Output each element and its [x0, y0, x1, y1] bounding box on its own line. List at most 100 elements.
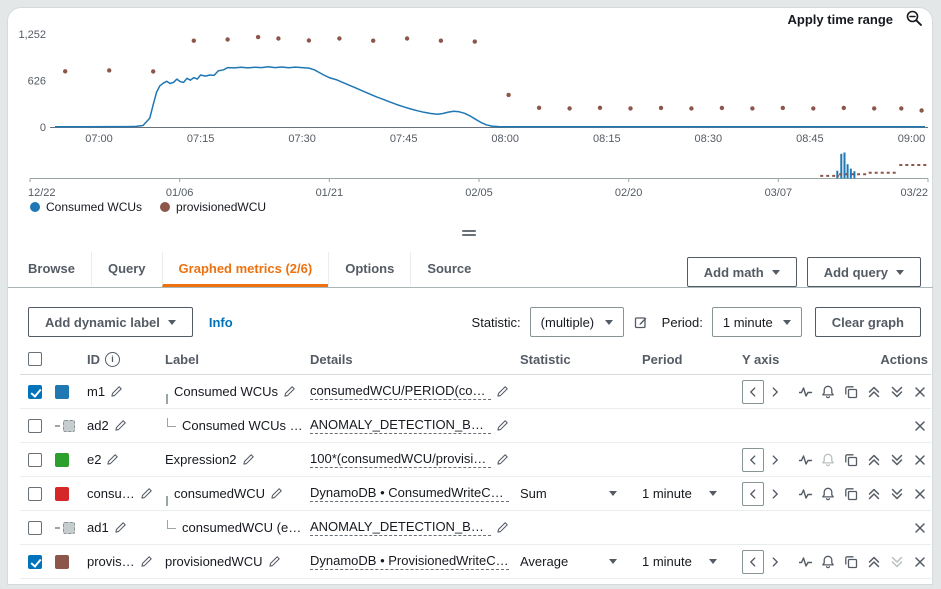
edit-icon[interactable]: [110, 385, 123, 398]
edit-icon[interactable]: [283, 385, 296, 398]
provisionedwcu-point: [811, 106, 815, 110]
color-swatch[interactable]: [55, 453, 69, 467]
statistic-dropdown[interactable]: Average: [520, 554, 631, 569]
legend-item[interactable]: Consumed WCUs: [30, 200, 142, 214]
remove-icon[interactable]: [912, 486, 928, 502]
row-checkbox[interactable]: [28, 453, 42, 467]
edit-icon[interactable]: [140, 555, 153, 568]
color-swatch[interactable]: [55, 487, 69, 501]
right-y-axis-button[interactable]: [767, 551, 783, 573]
color-swatch[interactable]: [55, 385, 69, 399]
metric-details-link[interactable]: ANOMALY_DETECTION_BAND(…: [310, 417, 491, 434]
edit-icon[interactable]: [496, 453, 509, 466]
clear-graph-button[interactable]: Clear graph: [815, 307, 921, 337]
metric-details-link[interactable]: DynamoDB • ProvisionedWriteCapacit: [310, 553, 509, 570]
legend-label: provisionedWCU: [176, 200, 266, 214]
metrics-chart-canvas[interactable]: 07:0007:1507:3007:4508:0008:1508:3008:45…: [0, 0, 941, 200]
period-dropdown[interactable]: 1 minute: [642, 554, 731, 569]
tab-source[interactable]: Source: [410, 252, 487, 287]
color-swatch[interactable]: [63, 522, 75, 534]
metric-details-link[interactable]: consumedWCU/PERIOD(consu…: [310, 383, 491, 400]
edit-icon[interactable]: [268, 555, 281, 568]
duplicate-icon[interactable]: [843, 554, 859, 570]
provisionedwcu-point: [567, 106, 571, 110]
duplicate-icon[interactable]: [843, 384, 859, 400]
edit-icon[interactable]: [242, 453, 255, 466]
edit-statistic-icon[interactable]: [633, 314, 649, 330]
pulse-icon[interactable]: [799, 554, 813, 570]
move-up-icon[interactable]: [866, 384, 882, 400]
metric-details-link[interactable]: DynamoDB • ConsumedWriteCapacity: [310, 485, 509, 502]
left-y-axis-button[interactable]: [742, 482, 764, 506]
color-swatch[interactable]: [63, 420, 75, 432]
row-checkbox[interactable]: [28, 419, 42, 433]
pulse-icon[interactable]: [799, 486, 813, 502]
metric-details-link[interactable]: ANOMALY_DETECTION_BAND(…: [310, 519, 491, 536]
remove-icon[interactable]: [912, 452, 928, 468]
statistic-label: Statistic:: [472, 315, 521, 330]
row-checkbox[interactable]: [28, 487, 42, 501]
select-all-checkbox[interactable]: [28, 352, 42, 366]
provisionedwcu-point: [689, 106, 693, 110]
tab-graphed-metrics-2-6[interactable]: Graphed metrics (2/6): [162, 252, 329, 287]
metrics-toolbar: Add dynamic label Info Statistic: (multi…: [28, 306, 921, 338]
color-swatch[interactable]: [55, 555, 69, 569]
tab-query[interactable]: Query: [91, 252, 162, 287]
edit-icon[interactable]: [496, 419, 509, 432]
tab-options[interactable]: Options: [328, 252, 410, 287]
metric-details-link[interactable]: 100*(consumedWCU/provision…: [310, 451, 491, 468]
right-y-axis-button[interactable]: [767, 449, 783, 471]
right-y-axis-button[interactable]: [767, 483, 783, 505]
info-link[interactable]: Info: [209, 315, 233, 330]
remove-icon[interactable]: [912, 418, 928, 434]
period-dropdown[interactable]: 1 minute: [642, 486, 731, 501]
create-alarm-icon[interactable]: [820, 554, 836, 570]
right-y-axis-button[interactable]: [767, 381, 783, 403]
duplicate-icon[interactable]: [843, 486, 859, 502]
edit-icon[interactable]: [496, 385, 509, 398]
left-y-axis-button[interactable]: [742, 448, 764, 472]
row-checkbox[interactable]: [28, 521, 42, 535]
info-icon[interactable]: i: [105, 352, 120, 367]
pulse-icon[interactable]: [799, 452, 813, 468]
move-up-icon[interactable]: [866, 452, 882, 468]
statistic-select[interactable]: (multiple): [530, 307, 624, 337]
column-header: Period: [642, 352, 682, 367]
add-math-button[interactable]: Add math: [687, 257, 797, 287]
resize-handle[interactable]: [462, 228, 476, 238]
move-up-icon[interactable]: [866, 554, 882, 570]
add-query-button[interactable]: Add query: [807, 257, 921, 287]
row-checkbox[interactable]: [28, 555, 42, 569]
remove-icon[interactable]: [912, 384, 928, 400]
left-y-axis-button[interactable]: [742, 550, 764, 574]
statistic-dropdown-value: Average: [520, 554, 568, 569]
pulse-icon[interactable]: [799, 384, 813, 400]
remove-icon[interactable]: [912, 520, 928, 536]
edit-icon[interactable]: [114, 419, 127, 432]
add-dynamic-label-button[interactable]: Add dynamic label: [28, 307, 193, 337]
legend-color-dot: [160, 202, 170, 212]
create-alarm-icon[interactable]: [820, 384, 836, 400]
move-down-icon[interactable]: [889, 452, 905, 468]
period-dropdown-value: 1 minute: [642, 554, 692, 569]
chart-actions: Add math Add query: [687, 257, 921, 287]
edit-icon[interactable]: [496, 521, 509, 534]
move-down-icon[interactable]: [889, 384, 905, 400]
edit-icon[interactable]: [106, 453, 119, 466]
provisionedwcu-point: [598, 106, 602, 110]
statistic-dropdown[interactable]: Sum: [520, 486, 631, 501]
caret-down-icon: [609, 559, 617, 564]
legend-item[interactable]: provisionedWCU: [160, 200, 266, 214]
period-select[interactable]: 1 minute: [712, 307, 802, 337]
move-up-icon[interactable]: [866, 486, 882, 502]
move-down-icon[interactable]: [889, 486, 905, 502]
tab-browse[interactable]: Browse: [12, 252, 91, 287]
remove-icon[interactable]: [912, 554, 928, 570]
row-checkbox[interactable]: [28, 385, 42, 399]
duplicate-icon[interactable]: [843, 452, 859, 468]
edit-icon[interactable]: [270, 487, 283, 500]
edit-icon[interactable]: [114, 521, 127, 534]
create-alarm-icon[interactable]: [820, 486, 836, 502]
edit-icon[interactable]: [140, 487, 153, 500]
left-y-axis-button[interactable]: [742, 380, 764, 404]
